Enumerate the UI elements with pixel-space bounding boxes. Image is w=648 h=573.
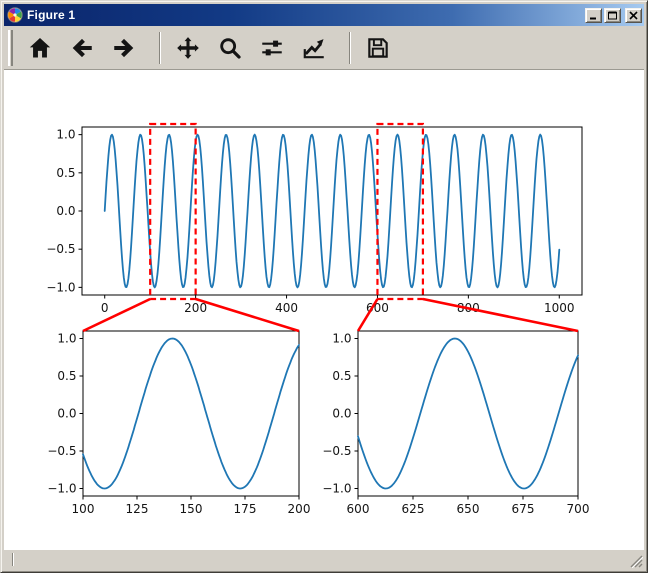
y-tick-label: 0.5 xyxy=(332,369,351,383)
figure-window: Figure 1 0 200 400 600 1000 −1.0 −0.5 0.… xyxy=(0,0,648,573)
close-button[interactable] xyxy=(625,7,642,23)
x-tick-label: 600 xyxy=(347,502,370,516)
x-tick-label: 175 xyxy=(234,502,257,516)
home-icon xyxy=(27,35,53,61)
axes-overview: 02004006008001000−1.0−0.50.00.51.0 xyxy=(46,126,583,315)
toolbar-grip-handle[interactable] xyxy=(8,29,13,66)
toolbar-separator xyxy=(349,31,351,64)
y-tick-label: 0.5 xyxy=(57,369,76,383)
magnifier-icon xyxy=(217,35,243,61)
zoom-to-rect-button[interactable] xyxy=(213,29,247,67)
x-tick-label: 675 xyxy=(512,502,535,516)
y-tick-label: 1.0 xyxy=(57,332,76,346)
y-tick-label: 0.0 xyxy=(57,407,76,421)
y-tick-label: −1.0 xyxy=(322,482,351,496)
plot-area: 02004006008001000−1.0−0.50.00.51.0100125… xyxy=(46,122,590,516)
figure-canvas[interactable]: 02004006008001000−1.0−0.50.00.51.0100125… xyxy=(4,70,644,550)
resize-grip-icon[interactable] xyxy=(630,555,644,569)
x-tick-label: 400 xyxy=(275,301,298,315)
arrow-right-icon xyxy=(111,35,137,61)
toolbar-separator xyxy=(159,31,161,64)
x-tick-label: 200 xyxy=(288,502,311,516)
x-tick-label: 625 xyxy=(402,502,425,516)
x-tick-label: 0 xyxy=(101,301,109,315)
statusbar-separator xyxy=(12,553,14,566)
save-button[interactable] xyxy=(361,29,395,67)
x-tick-label: 150 xyxy=(180,502,203,516)
zoom-right-sine-line xyxy=(357,337,579,490)
back-button[interactable] xyxy=(65,29,99,67)
forward-button[interactable] xyxy=(107,29,141,67)
axes-zoom-left: 100 125 150 175 200 −1.0 −0.5 0.0 0.5 1.0 xyxy=(47,330,311,516)
y-tick-label: −0.5 xyxy=(46,242,75,256)
overview-sine-line xyxy=(103,133,561,289)
matplotlib-logo-icon xyxy=(7,7,23,23)
statusbar xyxy=(4,550,644,569)
sliders-icon xyxy=(259,35,285,61)
y-tick-label: 0.0 xyxy=(332,407,351,421)
home-button[interactable] xyxy=(23,29,57,67)
y-tick-label: −1.0 xyxy=(47,482,76,496)
zoom-left-sine-line xyxy=(82,337,300,490)
y-tick-label: 0.5 xyxy=(56,166,75,180)
axes-zoom-right: 600 625 650 675 700 −1.0 −0.5 0.0 0.5 1.0 xyxy=(322,330,590,516)
x-tick-label: 1000 xyxy=(544,301,575,315)
zoom-right-frame xyxy=(357,330,579,497)
y-tick-label: −0.5 xyxy=(47,444,76,458)
y-tick-label: 1.0 xyxy=(332,332,351,346)
x-tick-label: 650 xyxy=(457,502,480,516)
navigation-toolbar xyxy=(4,26,644,70)
x-tick-label: 100 xyxy=(72,502,95,516)
floppy-disk-icon xyxy=(365,35,391,61)
chart-arrow-icon xyxy=(301,35,327,61)
configure-subplots-button[interactable] xyxy=(255,29,289,67)
y-tick-label: 1.0 xyxy=(56,128,75,142)
zoom-left-frame xyxy=(82,330,300,497)
x-tick-label: 125 xyxy=(126,502,149,516)
move-arrows-icon xyxy=(175,35,201,61)
maximize-button[interactable] xyxy=(604,7,621,23)
connector-zoom-left-left xyxy=(82,297,151,333)
edit-parameters-button[interactable] xyxy=(297,29,331,67)
minimize-button[interactable] xyxy=(585,7,602,23)
y-tick-label: 0.0 xyxy=(56,204,75,218)
titlebar[interactable]: Figure 1 xyxy=(4,4,644,26)
window-title: Figure 1 xyxy=(27,8,76,22)
x-tick-label: 700 xyxy=(567,502,590,516)
y-tick-label: −0.5 xyxy=(322,444,351,458)
y-tick-label: −1.0 xyxy=(46,280,75,294)
x-tick-label: 200 xyxy=(184,301,207,315)
pan-button[interactable] xyxy=(171,29,205,67)
arrow-left-icon xyxy=(69,35,95,61)
